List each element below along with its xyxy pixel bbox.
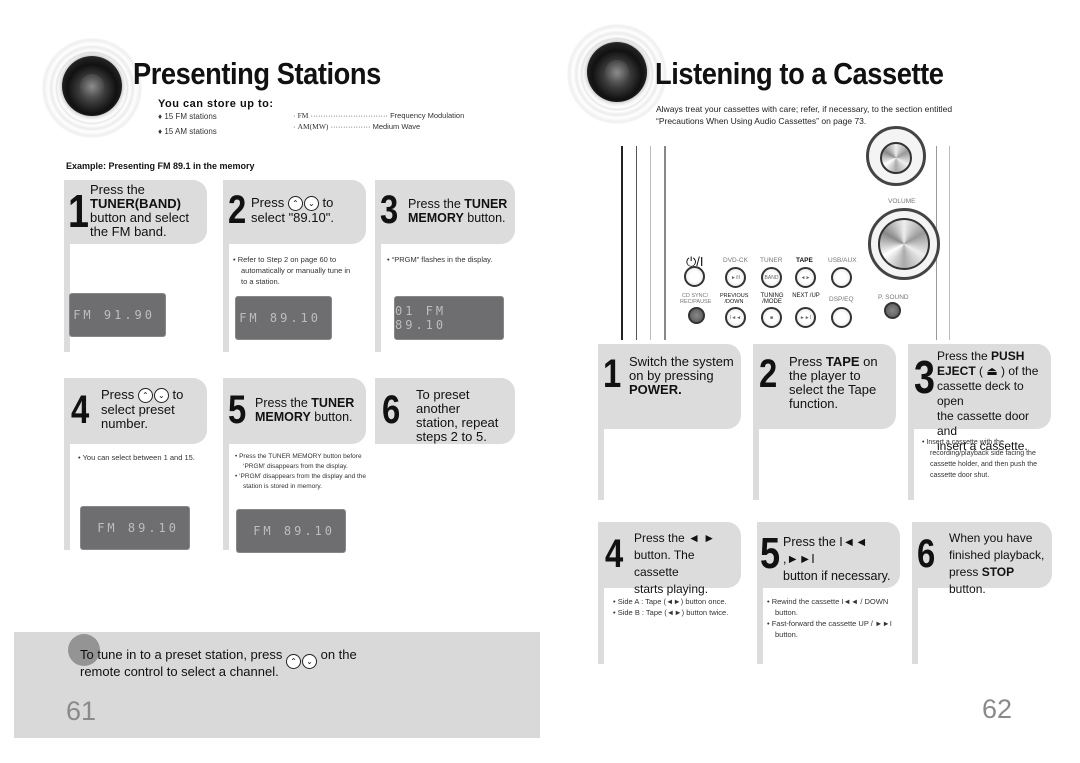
step-text: Press the TUNER MEMORY button.: [255, 396, 355, 424]
lcd-display: 01 FM 89.10: [394, 296, 504, 340]
dvd-cd-button[interactable]: ►/II: [725, 267, 746, 288]
abbreviation-fm: · FM ······························· Fre…: [293, 111, 465, 120]
step-number: 3: [914, 351, 935, 403]
cassette-step-4: 4 Press the ◄ ► button. The cassette sta…: [598, 522, 741, 664]
dsp-eq-button[interactable]: [831, 307, 852, 328]
step-note: “PRGM” flashes in the display.: [387, 254, 502, 265]
page-number: 62: [982, 694, 1013, 724]
cassette-step-5: 5 Press the I◄◄ ,►►I button if necessary…: [757, 522, 900, 664]
previous-down-label: PREVIOUS /DOWN: [720, 293, 749, 305]
step-note: Refer to Step 2 on page 60 to automatica…: [233, 254, 358, 287]
tape-label: TAPE: [796, 257, 813, 264]
step-number: 6: [917, 532, 936, 576]
step-number: 5: [228, 388, 247, 432]
step-number: 2: [759, 352, 778, 396]
usb-aux-label: USB/AUX: [828, 257, 857, 264]
step-number: 5: [760, 529, 781, 578]
step-5: 5 Press the TUNER MEMORY button. Press t…: [223, 378, 367, 553]
lcd-display: FM 89.10: [80, 506, 190, 550]
volume-label: VOLUME: [888, 198, 916, 205]
tuning-mode-label: TUNING /MODE: [760, 293, 784, 305]
usb-aux-button[interactable]: [831, 267, 852, 288]
step-number: 2: [228, 188, 247, 232]
step-number: 1: [603, 352, 622, 396]
page-61: Presenting Stations You can store up to:…: [0, 0, 545, 763]
tip-text: To tune in to a preset station, press ⌃ ⌄…: [80, 647, 357, 680]
step-note: Press the TUNER MEMORY button before ‘PR…: [235, 452, 367, 492]
step-text: To preset another station, repeat steps …: [416, 387, 499, 444]
step-text: Press the TUNER MEMORY button.: [408, 197, 508, 225]
step-4: 4 Press ⌃⌄ to select preset number. You …: [64, 378, 207, 550]
step-3: 3 Press the TUNER MEMORY button. “PRGM” …: [375, 180, 515, 352]
store-item: ♦ 15 FM stations: [158, 112, 217, 121]
tuner-label: TUNER: [760, 257, 783, 264]
step-text: Press the I◄◄ ,►►I button if necessary.: [783, 535, 891, 583]
step-text: Press ⌃ ⌄ to select preset number.: [101, 387, 184, 432]
cassette-step-2: 2 Press TAPE on the player to select the…: [753, 344, 896, 500]
step-text: Press the ◄ ► button. The cassette start…: [634, 531, 716, 596]
intro-text: Always treat your cassettes with care; r…: [656, 104, 953, 126]
cassette-step-3: 3 Press the PUSH EJECT ( ⏏ ) of the cass…: [908, 344, 1051, 500]
step-text: Switch the system on by pressing POWER.: [629, 354, 734, 397]
dvd-cd-label: DVD-CK: [723, 257, 748, 264]
cassette-step-1: 1 Switch the system on by pressing POWER…: [598, 344, 741, 500]
next-up-button[interactable]: ►►I: [795, 307, 816, 328]
tuning-mode-stop-button[interactable]: ■: [761, 307, 782, 328]
step-number: 4: [71, 388, 90, 432]
step-text: When you have finished playback, press S…: [949, 531, 1045, 596]
page-title: Listening to a Cassette: [655, 56, 944, 91]
step-number: 3: [380, 188, 399, 232]
p-sound-button[interactable]: [884, 302, 901, 319]
tuning-up-down-icon: ⌃ ⌄: [285, 654, 317, 670]
step-number: 1: [68, 185, 89, 237]
dsp-eq-label: DSP/EQ: [829, 296, 854, 303]
lcd-display: FM 91.90: [69, 293, 166, 337]
step-number: 4: [605, 532, 624, 576]
step-1: 1 Press the TUNER(BAND) button and selec…: [64, 180, 207, 352]
next-up-label: NEXT /UP: [792, 293, 820, 299]
tuner-band-button[interactable]: BAND: [761, 267, 782, 288]
step-note: Side A : Tape (◄►) button once. Side B :…: [613, 596, 741, 618]
lcd-display: FM 89.10: [235, 296, 332, 340]
step-note: Rewind the cassette I◄◄ / DOWN button. F…: [767, 596, 900, 640]
device-front-panel: VOLUME ⏻/I DVD-CK ►/II TUNER BAND TAPE ◄…: [620, 126, 950, 340]
step-number: 6: [382, 388, 401, 432]
step-note: You can select between 1 and 15.: [78, 452, 203, 463]
step-6: 6 To preset another station, repeat step…: [375, 378, 515, 444]
step-note: Insert a cassette with the recording/pla…: [922, 437, 1047, 481]
lcd-display: FM 89.10: [236, 509, 346, 553]
step-text: Press ⌃ ⌄ to select "89.10".: [251, 195, 334, 226]
cd-sync-label: CD SYNC/ REC/PAUSE: [680, 293, 712, 305]
volume-knob-icon: [878, 218, 930, 270]
tuning-up-down-icon: ⌃ ⌄: [137, 388, 169, 404]
speaker-logo-icon: [42, 38, 142, 138]
page-number: 61: [66, 696, 97, 726]
step-2: 2 Press ⌃⌄ to select "89.10". Refer to S…: [223, 180, 366, 352]
cd-sync-rec-pause-button[interactable]: [688, 307, 705, 324]
speaker-logo-icon: [567, 24, 667, 124]
tape-button[interactable]: ◄►: [795, 267, 816, 288]
previous-down-button[interactable]: I◄◄: [725, 307, 746, 328]
step-text: Press the TUNER(BAND) button and select …: [90, 182, 190, 239]
step-text: Press TAPE on the player to select the T…: [789, 354, 878, 411]
abbreviation-am: · AM(MW) ················ Medium Wave: [293, 122, 421, 131]
power-button[interactable]: [684, 266, 705, 287]
cassette-step-6: 6 When you have finished playback, press…: [912, 522, 1052, 664]
store-item: ♦ 15 AM stations: [158, 127, 217, 136]
store-heading: You can store up to:: [158, 98, 274, 110]
top-knob-icon: [880, 142, 912, 174]
page-title: Presenting Stations: [133, 56, 381, 91]
p-sound-label: P. SOUND: [878, 294, 909, 301]
tuning-up-down-icon: ⌃ ⌄: [287, 196, 319, 212]
example-heading: Example: Presenting FM 89.1 in the memor…: [66, 161, 255, 171]
